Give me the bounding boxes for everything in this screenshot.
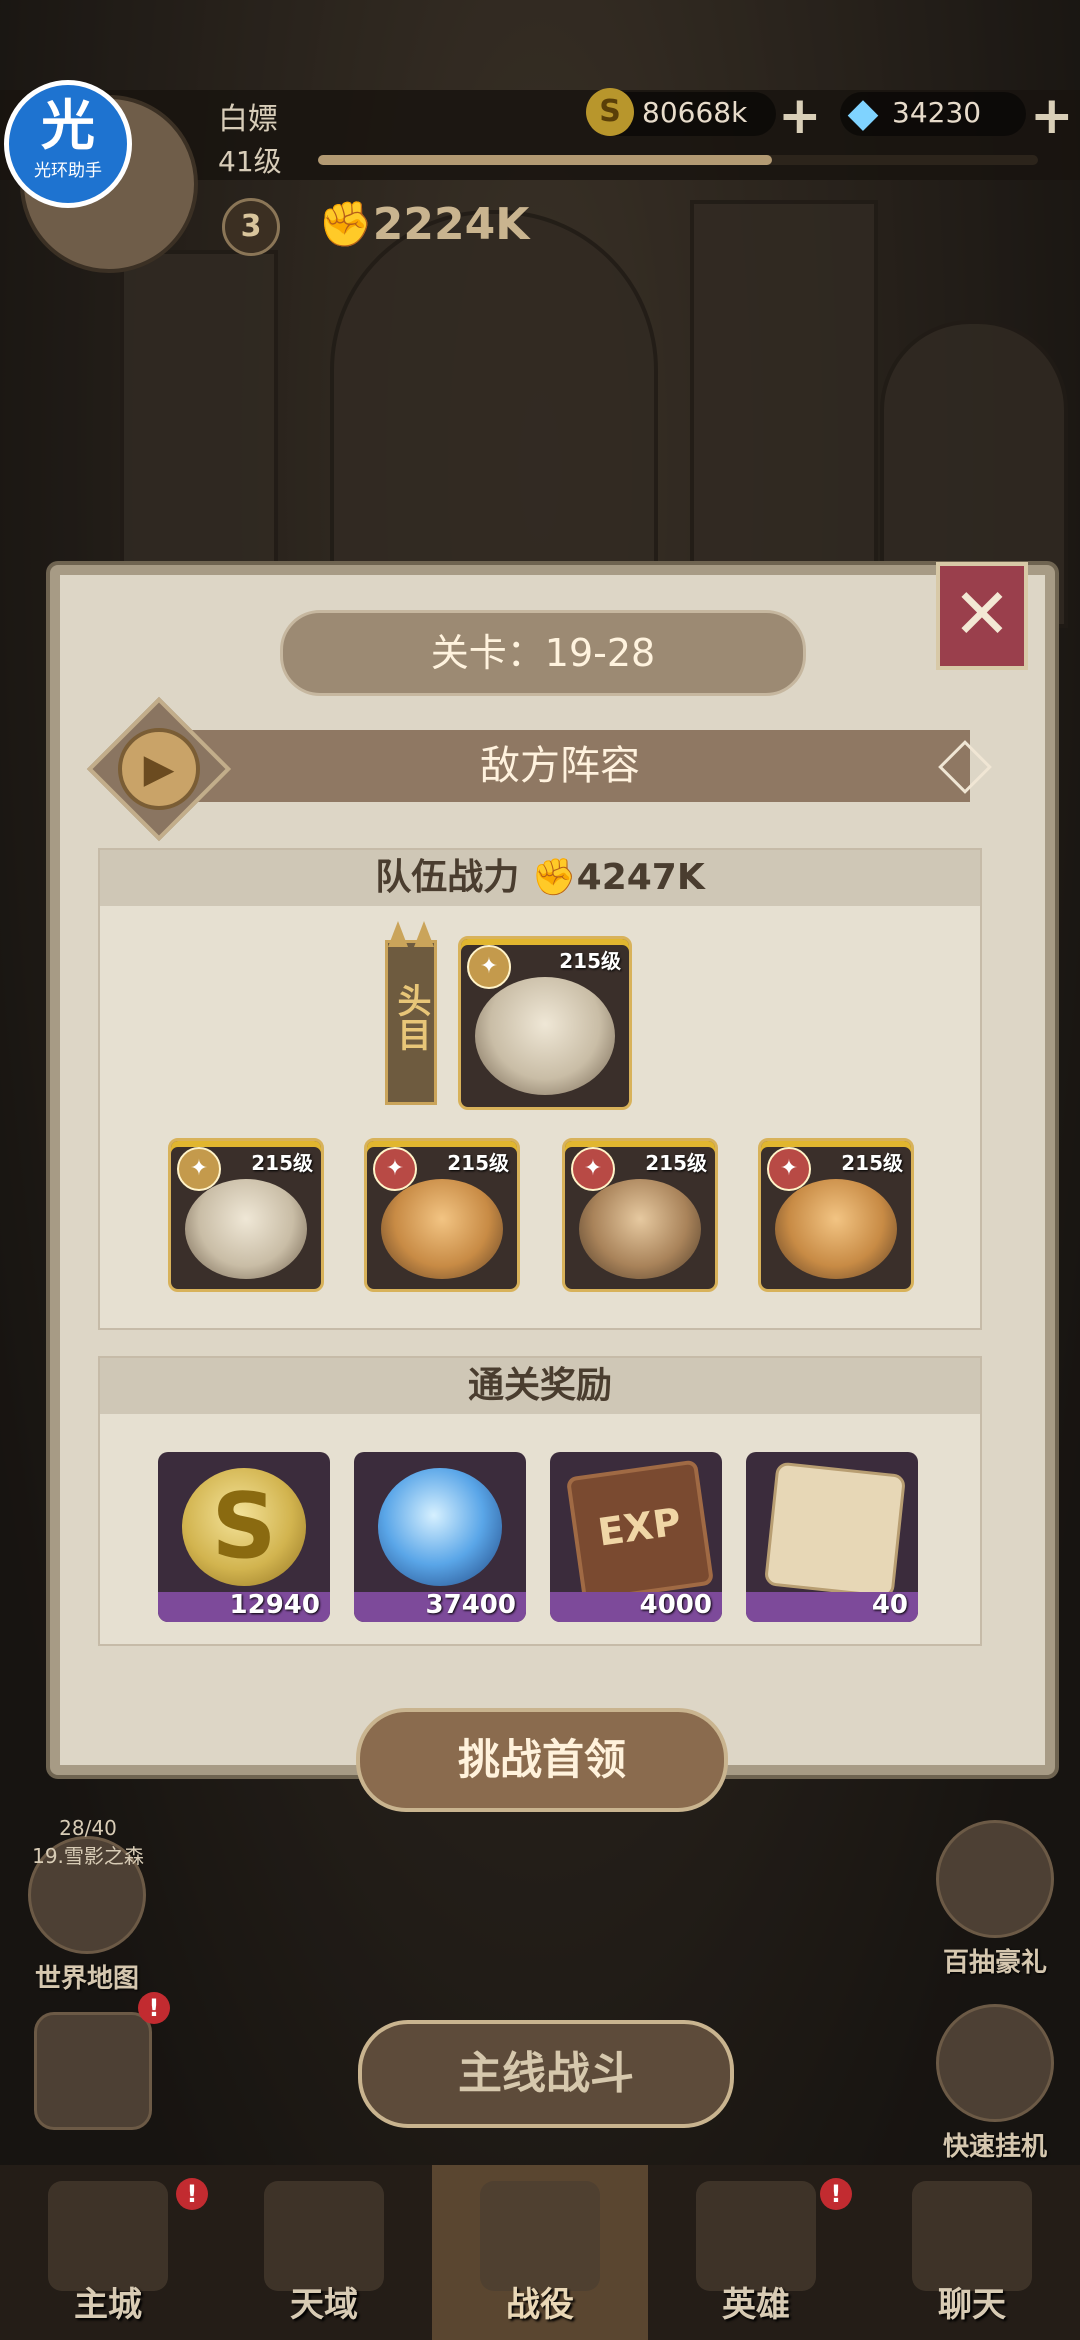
faction-gold-icon: ✦ — [177, 1147, 221, 1191]
faction-red-icon: ✦ — [767, 1147, 811, 1191]
notification-badge: ! — [138, 1992, 170, 2024]
scroll-icon — [763, 1461, 907, 1599]
logo-glyph: 光 — [41, 94, 95, 157]
gem-counter: ◆ 34230 — [840, 90, 1026, 136]
leopard-portrait-icon — [775, 1179, 897, 1279]
rewards-header: 通关奖励 — [100, 1358, 980, 1414]
dwarf-portrait-icon — [579, 1179, 701, 1279]
xp-bar-fill — [318, 155, 772, 165]
world-progress: 28/40 19.雪影之森 — [28, 1816, 148, 1869]
world-area-name: 19.雪影之森 — [32, 1844, 144, 1868]
hourglass-icon — [936, 2004, 1054, 2122]
gift-button[interactable]: 百抽豪礼 — [920, 1820, 1070, 1979]
nav-chat[interactable]: 聊天 — [864, 2165, 1080, 2340]
gold-value: 80668k — [642, 96, 748, 129]
world-progress-count: 28/40 — [59, 1816, 117, 1840]
logo-label: 光环助手 — [34, 161, 102, 181]
sage-portrait-icon — [185, 1179, 307, 1279]
team-power-header: 队伍战力 ✊4247K — [100, 850, 980, 906]
add-gold-button[interactable]: + — [778, 90, 822, 142]
hero-level: 215级 — [841, 1151, 903, 1175]
notification-badge: ! — [820, 2178, 852, 2210]
spirit-orb-icon — [378, 1468, 502, 1586]
faction-gold-icon: ✦ — [467, 945, 511, 989]
add-gem-button[interactable]: + — [1030, 90, 1074, 142]
enemy-hero-card[interactable]: ✦ 215级 — [168, 1138, 324, 1292]
diamond-icon: ◆ — [847, 90, 879, 136]
gold-coin-icon: S — [182, 1468, 306, 1586]
hero-level: 215级 — [559, 949, 621, 973]
gift-box-icon — [936, 1820, 1054, 1938]
reward-item[interactable]: 40 — [746, 1452, 918, 1622]
enemy-hero-card[interactable]: ✦ 215级 — [364, 1138, 520, 1292]
stage-title: 关卡：19-28 — [280, 610, 806, 696]
reward-qty: 12940 — [229, 1590, 320, 1620]
hero-level: 215级 — [447, 1151, 509, 1175]
notification-badge: ! — [176, 2178, 208, 2210]
quick-afk-button[interactable]: 快速挂机 — [920, 2004, 1070, 2163]
nav-label: 战役 — [506, 2285, 574, 2325]
boss-hero-card[interactable]: ✦ 215级 — [458, 936, 632, 1110]
reward-qty: 37400 — [425, 1590, 516, 1620]
formation-button[interactable] — [28, 2012, 158, 2130]
castle-icon — [48, 2181, 168, 2291]
faction-red-icon: ✦ — [571, 1147, 615, 1191]
boss-tag: 头目 — [385, 921, 437, 1105]
player-name: 白嫖 — [218, 102, 278, 137]
player-level: 41级 — [218, 145, 282, 178]
formation-icon — [34, 2012, 152, 2130]
nav-campaign[interactable]: 战役 — [432, 2165, 648, 2340]
challenge-boss-button[interactable]: 挑战首领 — [356, 1708, 728, 1812]
chat-bubble-icon — [912, 2181, 1032, 2291]
nav-label: 天域 — [290, 2285, 358, 2325]
sage-portrait-icon — [475, 977, 615, 1095]
gold-coin-icon: S — [586, 88, 634, 136]
quick-afk-label: 快速挂机 — [942, 2132, 1047, 2162]
reward-item[interactable]: 37400 — [354, 1452, 526, 1622]
nav-label: 英雄 — [722, 2285, 790, 2325]
exp-book-icon: EXP — [565, 1459, 715, 1603]
play-replay-icon[interactable]: ▶ — [118, 728, 200, 810]
overlay-app-logo[interactable]: 光 光环助手 — [4, 80, 132, 208]
horn-icon — [388, 921, 408, 947]
nav-label: 聊天 — [938, 2285, 1006, 2325]
enemy-hero-card[interactable]: ✦ 215级 — [758, 1138, 914, 1292]
world-map-label: 世界地图 — [34, 1964, 139, 1994]
reward-qty: 4000 — [639, 1590, 712, 1620]
xp-bar — [318, 155, 1038, 165]
fist-icon: ✊ — [531, 857, 577, 898]
gold-counter: S 80668k — [586, 88, 776, 136]
nav-sky-realm[interactable]: 天域 — [216, 2165, 432, 2340]
gift-label: 百抽豪礼 — [942, 1948, 1047, 1978]
reward-item[interactable]: S 12940 — [158, 1452, 330, 1622]
enemy-hero-card[interactable]: ✦ 215级 — [562, 1138, 718, 1292]
fist-icon: ✊ — [318, 199, 373, 250]
map-scroll-icon — [264, 2181, 384, 2291]
boss-tag-label: 头目 — [391, 983, 431, 1051]
gem-value: 34230 — [892, 96, 982, 129]
reward-qty: 40 — [871, 1590, 908, 1620]
hero-level: 215级 — [251, 1151, 313, 1175]
horn-icon — [414, 921, 434, 947]
player-power-value: 2224K — [372, 199, 530, 250]
shield-swords-icon — [480, 2181, 600, 2291]
helmet-icon — [696, 2181, 816, 2291]
nav-label: 主城 — [74, 2285, 142, 2325]
player-power: ✊2224K — [318, 198, 529, 250]
faction-red-icon: ✦ — [373, 1147, 417, 1191]
vip-badge[interactable]: 3 — [222, 198, 280, 256]
reward-item[interactable]: EXP 4000 — [550, 1452, 722, 1622]
close-button[interactable]: ✕ — [936, 562, 1028, 670]
leopard-portrait-icon — [381, 1179, 503, 1279]
enemy-lineup-header: 敌方阵容 — [150, 730, 970, 802]
hero-level: 215级 — [645, 1151, 707, 1175]
team-power-label: 队伍战力 — [375, 857, 520, 898]
team-power-value: 4247K — [576, 857, 705, 898]
main-battle-button[interactable]: 主线战斗 — [358, 2020, 734, 2128]
